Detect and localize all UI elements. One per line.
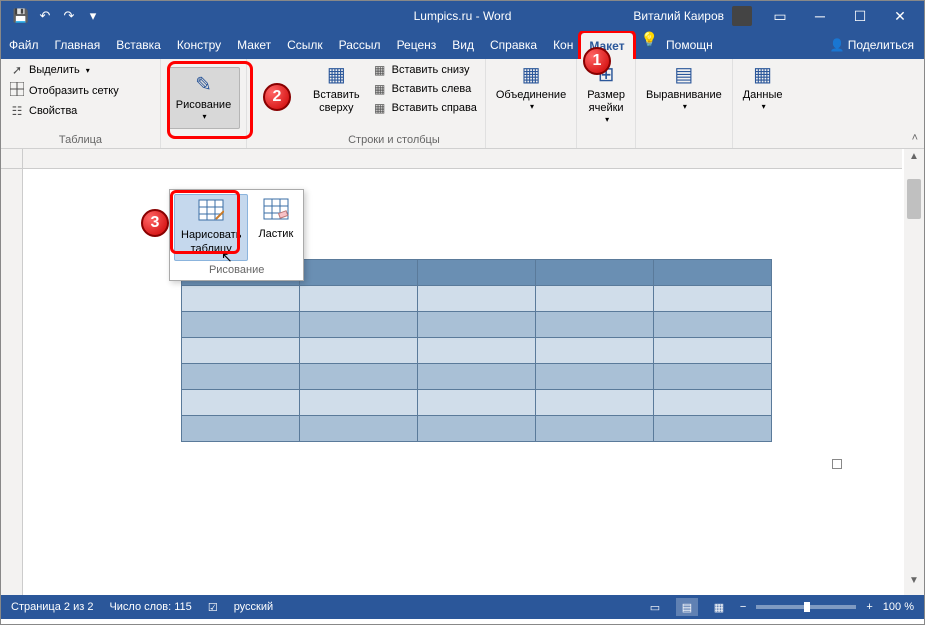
tab-home[interactable]: Главная [47, 31, 109, 59]
read-mode-icon[interactable]: ▭ [644, 598, 666, 616]
align-icon: ▤ [674, 63, 693, 87]
redo-icon[interactable]: ↷ [61, 8, 77, 24]
insert-right-button[interactable]: ▦Вставить справа [368, 99, 481, 117]
zoom-out-button[interactable]: − [740, 601, 746, 613]
collapse-ribbon-icon[interactable]: ˄ [912, 132, 918, 144]
table-row [182, 286, 772, 312]
title-bar: 💾 ↶ ↷ ▾ Lumpics.ru - Word Виталий Каиров… [1, 1, 924, 31]
table-row [182, 364, 772, 390]
close-button[interactable]: ✕ [880, 1, 920, 31]
draw-table-icon [198, 199, 224, 227]
table-row [182, 312, 772, 338]
quick-access-toolbar: 💾 ↶ ↷ ▾ [1, 8, 113, 24]
insert-left-icon: ▦ [372, 82, 388, 96]
merge-icon: ▦ [522, 63, 541, 87]
user-name: Виталий Каиров [633, 9, 724, 23]
proofing-icon[interactable]: ☑ [208, 601, 218, 614]
qa-dropdown-icon[interactable]: ▾ [85, 8, 101, 24]
ruler-corner [1, 149, 23, 169]
callout-badge-3: 3 [141, 209, 169, 237]
properties-icon: ☷ [9, 104, 25, 118]
ribbon-tabs: Файл Главная Вставка Констру Макет Ссылк… [1, 31, 924, 59]
grid-icon [9, 82, 25, 99]
language-indicator[interactable]: русский [234, 601, 273, 613]
user-area: Виталий Каиров ▭ ─ ☐ ✕ [633, 1, 924, 31]
tab-help[interactable]: Справка [482, 31, 545, 59]
insert-below-icon: ▦ [372, 63, 388, 77]
undo-icon[interactable]: ↶ [37, 8, 53, 24]
tab-review[interactable]: Реценз [389, 31, 445, 59]
alignment-button[interactable]: ▤Выравнивание▾ [640, 61, 728, 114]
tell-me[interactable]: Помощн [658, 31, 721, 59]
draw-dropdown: Нарисовать таблицу Ластик Рисование [169, 189, 304, 281]
print-layout-icon[interactable]: ▤ [676, 598, 698, 616]
merge-button[interactable]: ▦Объединение▾ [490, 61, 572, 114]
table-row [182, 416, 772, 442]
table-preview[interactable] [181, 259, 772, 442]
web-layout-icon[interactable]: ▦ [708, 598, 730, 616]
tell-me-icon[interactable]: 💡 [641, 31, 658, 59]
tab-design[interactable]: Констру [169, 31, 229, 59]
word-count[interactable]: Число слов: 115 [109, 601, 191, 613]
insert-above-button[interactable]: ▦ Вставить сверху [307, 61, 366, 117]
tab-insert[interactable]: Вставка [108, 31, 169, 59]
select-button[interactable]: ➚Выделить▾ [5, 61, 123, 79]
tab-references[interactable]: Ссылк [279, 31, 331, 59]
tab-mailings[interactable]: Рассыл [331, 31, 389, 59]
pencil-icon: ✎ [195, 73, 212, 97]
callout-badge-2: 2 [263, 83, 291, 111]
maximize-button[interactable]: ☐ [840, 1, 880, 31]
dropdown-label: Рисование [174, 264, 299, 276]
tab-view[interactable]: Вид [444, 31, 482, 59]
status-bar: Страница 2 из 2 Число слов: 115 ☑ русски… [1, 595, 924, 619]
horizontal-ruler[interactable] [23, 149, 902, 169]
group-table: ➚Выделить▾ Отобразить сетку ☷Свойства Та… [1, 59, 161, 148]
ribbon-options-icon[interactable]: ▭ [760, 1, 800, 31]
group-merge: ▦Объединение▾ [486, 59, 577, 148]
tab-layout[interactable]: Макет [229, 31, 279, 59]
share-icon: 👤 [830, 38, 845, 52]
group-label-table: Таблица [5, 134, 156, 148]
insert-left-button[interactable]: ▦Вставить слева [368, 80, 481, 98]
insert-right-icon: ▦ [372, 101, 388, 115]
data-icon: ▦ [753, 63, 772, 87]
properties-button[interactable]: ☷Свойства [5, 102, 123, 120]
window-title: Lumpics.ru - Word [414, 9, 512, 23]
vertical-ruler[interactable] [1, 169, 23, 595]
zoom-slider[interactable] [756, 605, 856, 609]
share-button[interactable]: Поделиться [848, 38, 914, 52]
scroll-thumb[interactable] [907, 179, 921, 219]
cursor-icon: ➚ [9, 63, 25, 77]
scroll-down-icon[interactable]: ▼ [904, 575, 924, 593]
group-alignment: ▤Выравнивание▾ [636, 59, 733, 148]
insert-above-icon: ▦ [327, 63, 346, 87]
table-row [182, 390, 772, 416]
avatar[interactable] [732, 6, 752, 26]
group-data: ▦Данные▾ [733, 59, 793, 148]
show-grid-button[interactable]: Отобразить сетку [5, 80, 123, 101]
table-row [182, 338, 772, 364]
group-label-rows-cols: Строки и столбцы [307, 134, 481, 148]
group-cell-size: ⊞Размер ячейки▾ [577, 59, 636, 148]
tab-file[interactable]: Файл [1, 31, 47, 59]
page-indicator[interactable]: Страница 2 из 2 [11, 601, 93, 613]
draw-button[interactable]: ✎ Рисование ▾ [168, 67, 240, 129]
data-button[interactable]: ▦Данные▾ [737, 61, 789, 114]
save-icon[interactable]: 💾 [13, 8, 29, 24]
group-draw: ✎ Рисование ▾ [161, 59, 247, 148]
eraser-icon [263, 198, 289, 226]
zoom-level[interactable]: 100 % [883, 601, 914, 613]
insert-below-button[interactable]: ▦Вставить снизу [368, 61, 481, 79]
eraser-button[interactable]: Ластик [252, 194, 299, 261]
ribbon: ➚Выделить▾ Отобразить сетку ☷Свойства Та… [1, 59, 924, 149]
zoom-in-button[interactable]: + [866, 601, 872, 613]
draw-table-button[interactable]: Нарисовать таблицу [174, 194, 248, 261]
table-resize-handle[interactable] [832, 459, 842, 469]
vertical-scrollbar[interactable]: ▲ ▼ [904, 149, 924, 595]
scroll-up-icon[interactable]: ▲ [904, 151, 924, 169]
document-area: ▲ ▼ Нарисовать таблицу Ластик Рисование … [1, 149, 924, 595]
callout-badge-1: 1 [583, 47, 611, 75]
tab-table-design[interactable]: Кон [545, 31, 581, 59]
minimize-button[interactable]: ─ [800, 1, 840, 31]
